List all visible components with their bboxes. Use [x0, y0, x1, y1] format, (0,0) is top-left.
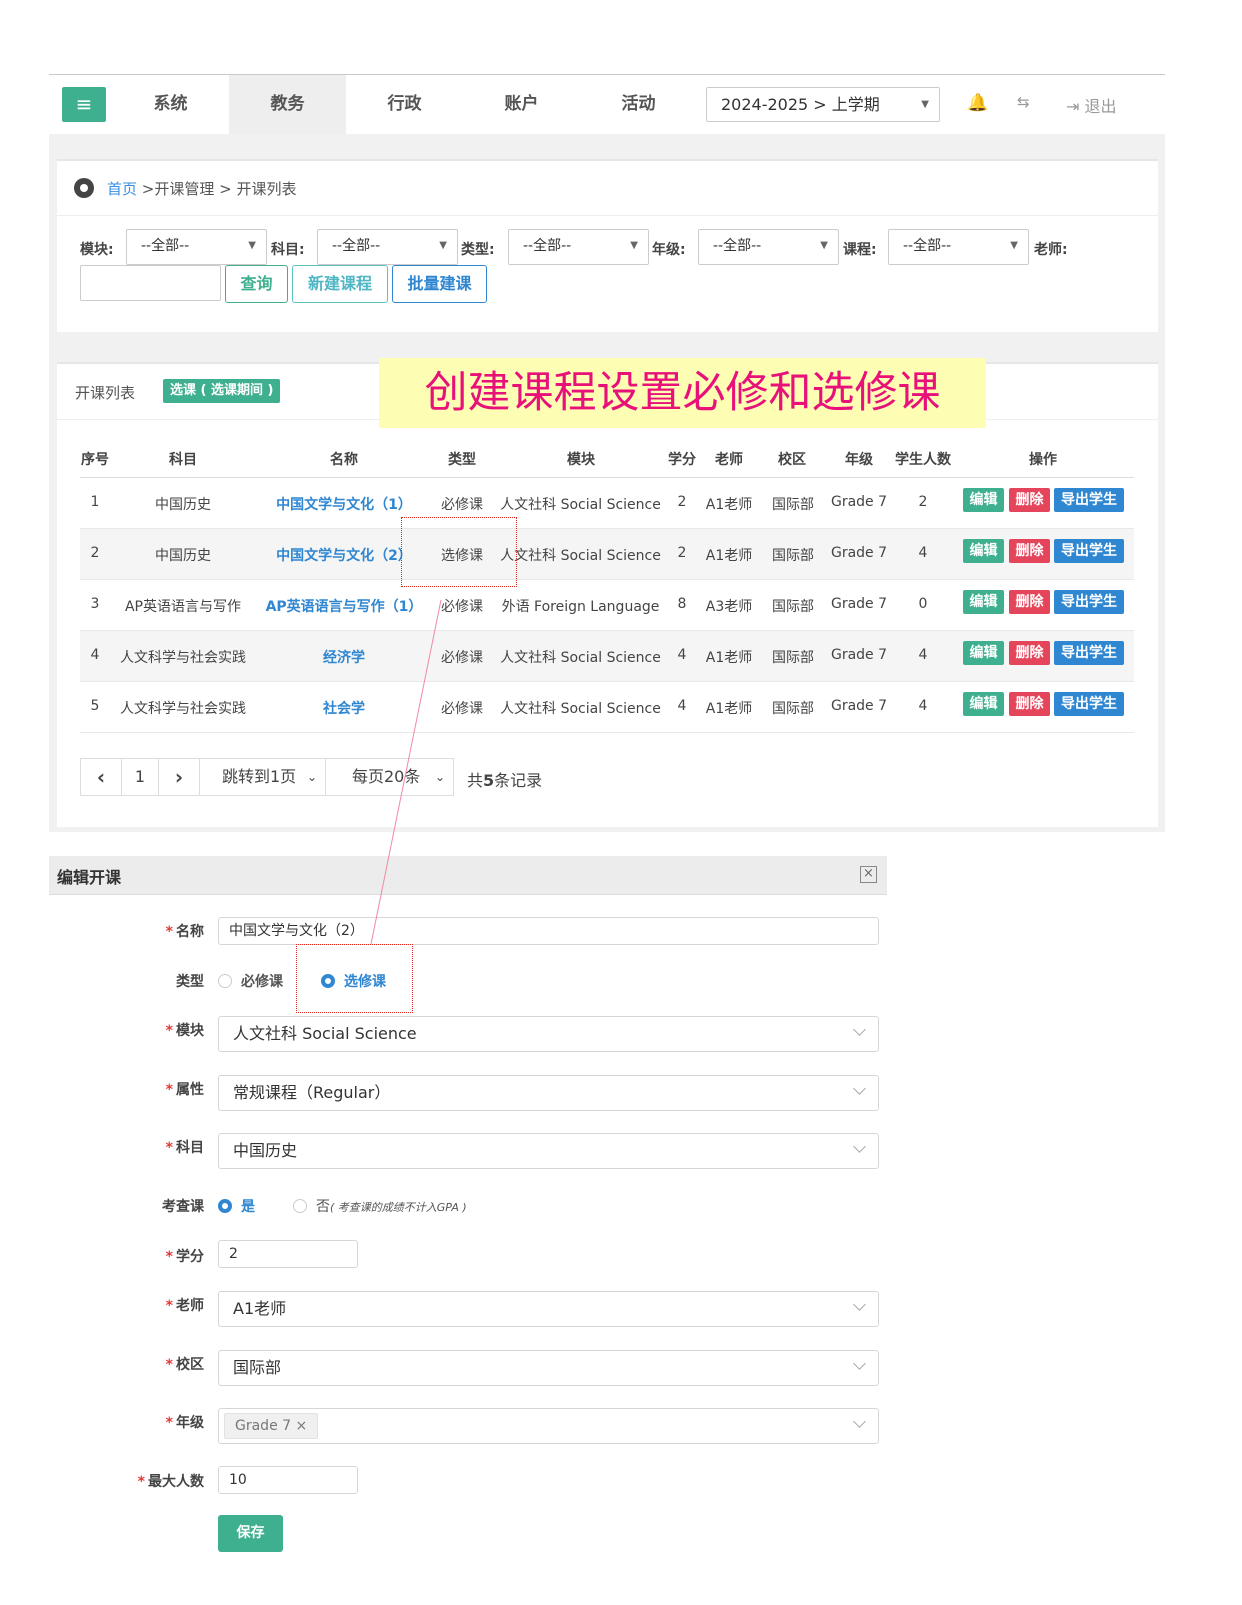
annotation-connector [370, 599, 442, 945]
connector-line [370, 599, 442, 945]
